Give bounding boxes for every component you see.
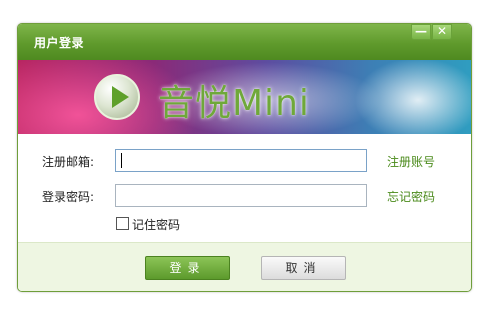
email-label: 注册邮箱: [42, 155, 95, 169]
remember-password-label: 记住密码 [132, 218, 181, 232]
title-bar[interactable]: 用户登录 — ✕ [18, 24, 471, 60]
cancel-button[interactable]: 取消 [261, 256, 346, 280]
button-bar: 登录 取消 [18, 242, 471, 291]
password-input[interactable] [115, 184, 367, 207]
remember-password-checkbox[interactable] [116, 217, 129, 230]
text-caret [121, 153, 122, 168]
minimize-button[interactable]: — [411, 24, 431, 40]
app-logo [94, 74, 140, 120]
register-account-link[interactable]: 注册账号 [387, 153, 435, 170]
brand-banner: 音悦Mini [18, 60, 471, 134]
login-button[interactable]: 登录 [145, 256, 230, 280]
email-input[interactable] [115, 149, 367, 172]
password-label: 登录密码: [42, 190, 95, 204]
close-button[interactable]: ✕ [432, 24, 452, 40]
window-title: 用户登录 [34, 36, 85, 50]
forgot-password-link[interactable]: 忘记密码 [387, 188, 435, 205]
app-name: 音悦Mini [158, 83, 310, 124]
play-icon [112, 86, 129, 108]
login-dialog: 用户登录 — ✕ 音悦Mini 注册邮箱: 注册账号 登录密码: 忘记密码 记住… [17, 23, 472, 292]
